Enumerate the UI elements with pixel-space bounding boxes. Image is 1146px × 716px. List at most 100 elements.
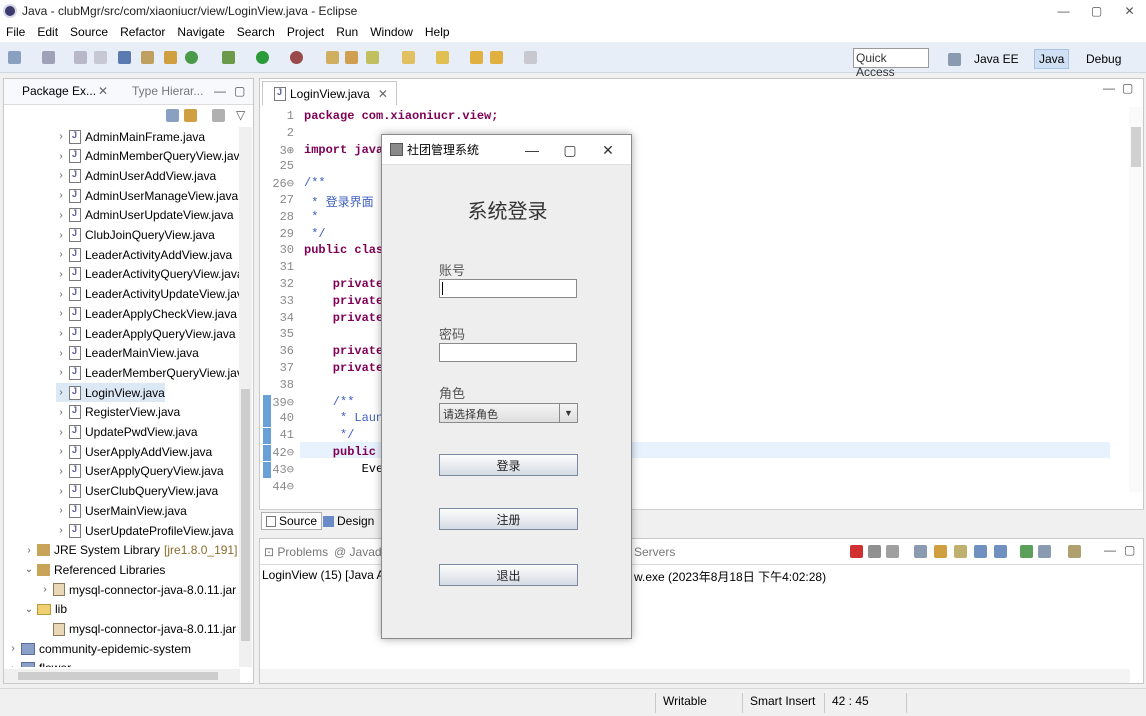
chevron-right-icon[interactable]: › (56, 190, 66, 201)
password-input[interactable] (439, 343, 577, 362)
tree-item[interactable]: › LeaderApplyCheckView.java (56, 304, 237, 323)
chevron-right-icon[interactable]: › (56, 525, 66, 536)
editor-vscrollbar[interactable] (1129, 107, 1143, 492)
tree-vscrollbar[interactable] (239, 127, 252, 667)
tree-item[interactable]: › AdminUserAddView.java (56, 166, 216, 185)
chevron-right-icon[interactable]: › (56, 210, 66, 221)
close-button[interactable]: ✕ (1113, 0, 1146, 22)
menu-run[interactable]: Run (330, 25, 364, 39)
tree-item[interactable]: › AdminUserManageView.java (56, 186, 238, 205)
console-hscrollbar[interactable] (260, 669, 1130, 683)
console-minimize-icon[interactable]: — (1104, 543, 1116, 557)
chevron-right-icon[interactable]: › (56, 427, 66, 438)
chevron-right-icon[interactable]: › (56, 269, 66, 280)
collapse-all-icon[interactable] (166, 109, 179, 122)
minimize-button[interactable]: — (1047, 0, 1080, 22)
tree-item[interactable]: › AdminMainFrame.java (56, 127, 205, 146)
chevron-right-icon[interactable]: › (56, 407, 66, 418)
role-select[interactable]: 请选择角色 ▼ (439, 403, 578, 423)
tree-item[interactable]: mysql-connector-java-8.0.11.jar (40, 620, 236, 639)
tree-item[interactable]: › LeaderActivityUpdateView.java (56, 285, 240, 304)
back-icon[interactable] (470, 51, 483, 64)
chevron-right-icon[interactable]: › (56, 367, 66, 378)
chevron-right-icon[interactable]: › (56, 131, 66, 142)
tree-item[interactable]: › UserApplyAddView.java (56, 442, 212, 461)
save-all-icon[interactable] (94, 51, 107, 64)
chevron-down-icon[interactable]: ⌄ (24, 604, 34, 615)
close-tab-icon[interactable]: ✕ (98, 84, 108, 98)
menu-refactor[interactable]: Refactor (114, 25, 171, 39)
chevron-right-icon[interactable]: › (56, 249, 66, 260)
display-console-icon[interactable] (1038, 545, 1051, 558)
pin-console-icon[interactable] (1020, 545, 1033, 558)
tab-design[interactable]: Design (319, 512, 378, 530)
tree-item[interactable]: ⌄ Referenced Libraries (24, 560, 166, 579)
package-icon[interactable] (164, 51, 177, 64)
dialog-titlebar[interactable]: 社团管理系统 — ▢ ✕ (382, 135, 631, 165)
tree-item[interactable]: › flower (8, 659, 71, 667)
tree-hscrollbar[interactable] (4, 669, 240, 683)
perspective-debug[interactable]: Debug (1082, 49, 1125, 69)
skip-breakpoints-icon[interactable] (141, 51, 154, 64)
tree-item[interactable]: › LeaderMainView.java (56, 344, 199, 363)
run-icon[interactable] (256, 51, 269, 64)
chevron-down-icon[interactable]: ⌄ (24, 564, 34, 575)
terminate-icon[interactable] (850, 545, 863, 558)
clear-console-icon[interactable] (914, 545, 927, 558)
menu-source[interactable]: Source (64, 25, 114, 39)
console-maximize-icon[interactable]: ▢ (1124, 543, 1135, 557)
view-menu-icon[interactable]: ▽ (236, 108, 245, 122)
tab-servers[interactable]: Servers (634, 545, 675, 559)
login-button[interactable]: 登录 (439, 454, 578, 476)
account-input[interactable] (439, 279, 577, 298)
tree-item[interactable]: › UserUpdateProfileView.java (56, 521, 234, 540)
tree-item[interactable]: › UserMainView.java (56, 501, 187, 520)
editor-minimize-icon[interactable]: — (1103, 81, 1115, 95)
save-icon[interactable] (74, 51, 87, 64)
dialog-close-button[interactable]: ✕ (589, 135, 627, 165)
menu-window[interactable]: Window (364, 25, 419, 39)
tree-item[interactable]: › AdminMemberQueryView.java (56, 147, 240, 166)
menu-edit[interactable]: Edit (31, 25, 64, 39)
new-icon[interactable] (8, 51, 21, 64)
search-icon[interactable] (366, 51, 379, 64)
tree-hscroll-thumb[interactable] (18, 672, 218, 680)
tree-item[interactable]: › UpdatePwdView.java (56, 423, 198, 442)
open-perspective-icon[interactable] (948, 53, 961, 66)
dialog-minimize-button[interactable]: — (513, 135, 551, 165)
tree-item[interactable]: › ClubJoinQueryView.java (56, 226, 215, 245)
remove-all-icon[interactable] (886, 545, 899, 558)
tree-vscroll-thumb[interactable] (241, 389, 250, 641)
tab-package-explorer[interactable]: Package Ex... (22, 84, 96, 98)
chevron-right-icon[interactable]: › (56, 486, 66, 497)
chevron-right-icon[interactable]: › (56, 387, 66, 398)
quick-access-field[interactable]: Quick Access (853, 48, 929, 79)
perspective-javaee[interactable]: Java EE (970, 49, 1023, 69)
tab-type-hierarchy[interactable]: Type Hierar... (132, 84, 203, 98)
tab-loginview[interactable]: LoginView.java ✕ (262, 81, 397, 105)
forward-icon[interactable] (524, 51, 537, 64)
link-editor-icon[interactable] (184, 109, 197, 122)
tree-item[interactable]: › LeaderMemberQueryView.java (56, 363, 240, 382)
remove-launch-icon[interactable] (868, 545, 881, 558)
tree-item[interactable]: › LeaderActivityAddView.java (56, 245, 232, 264)
menu-navigate[interactable]: Navigate (171, 25, 230, 39)
show-stderr-icon[interactable] (994, 545, 1007, 558)
annotation-icon[interactable] (402, 51, 415, 64)
chevron-right-icon[interactable]: › (56, 170, 66, 181)
chevron-right-icon[interactable]: › (56, 308, 66, 319)
debug-icon[interactable] (222, 51, 235, 64)
chevron-right-icon[interactable]: › (8, 663, 18, 667)
external-tools-icon[interactable] (290, 51, 303, 64)
maximize-view-icon[interactable]: ▢ (234, 84, 245, 98)
show-stdout-icon[interactable] (974, 545, 987, 558)
tree-item[interactable]: › LeaderActivityQueryView.java (56, 265, 240, 284)
word-wrap-icon[interactable] (954, 545, 967, 558)
tree-item[interactable]: › RegisterView.java (56, 403, 180, 422)
chevron-right-icon[interactable]: › (56, 348, 66, 359)
chevron-right-icon[interactable]: › (56, 151, 66, 162)
editor-maximize-icon[interactable]: ▢ (1122, 81, 1133, 95)
menu-file[interactable]: File (0, 25, 31, 39)
tree-item[interactable]: › LoginView.java (56, 383, 165, 403)
menu-help[interactable]: Help (419, 25, 456, 39)
